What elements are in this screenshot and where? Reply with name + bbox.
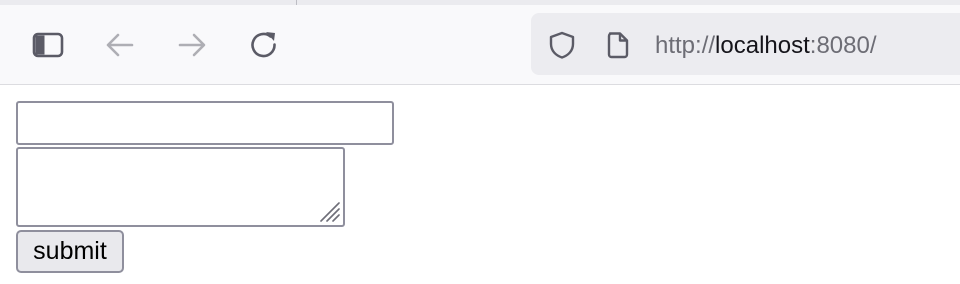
url-scheme: http:// xyxy=(655,32,716,59)
page-info-button[interactable] xyxy=(603,30,633,60)
submit-button[interactable]: submit xyxy=(16,230,124,273)
sidebar-toggle-button[interactable] xyxy=(28,25,68,65)
shield-icon xyxy=(549,31,575,59)
textarea-field[interactable] xyxy=(16,147,345,227)
reload-icon xyxy=(251,32,276,58)
back-arrow-icon xyxy=(106,33,134,57)
site-security-button[interactable] xyxy=(547,30,577,60)
page-content: submit xyxy=(0,86,960,284)
url-text[interactable]: http://localhost:8080/ xyxy=(655,32,877,60)
text-input[interactable] xyxy=(16,101,394,145)
forward-arrow-icon xyxy=(178,33,206,57)
url-host: localhost xyxy=(715,32,810,59)
sidebar-icon xyxy=(32,32,64,58)
reload-button[interactable] xyxy=(244,25,284,65)
forward-button[interactable] xyxy=(172,25,212,65)
back-button[interactable] xyxy=(100,25,140,65)
textarea-input[interactable] xyxy=(18,149,343,225)
page-icon xyxy=(607,32,629,59)
url-port-path: :8080/ xyxy=(809,32,877,59)
url-bar[interactable]: http://localhost:8080/ xyxy=(531,13,960,75)
navigation-toolbar: http://localhost:8080/ xyxy=(0,5,960,85)
